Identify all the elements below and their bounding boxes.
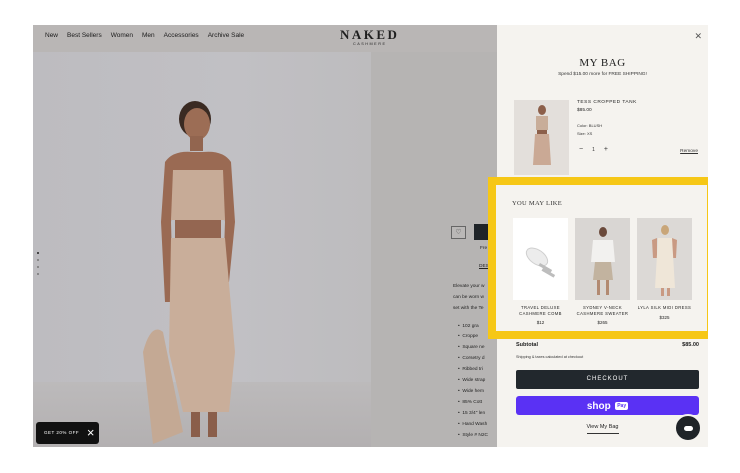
shop-pay-wordmark: shop [586, 401, 611, 412]
model-figure [143, 101, 235, 444]
nav-archive-sale[interactable]: Archive Sale [208, 32, 245, 39]
decrease-button[interactable]: − [579, 146, 583, 153]
discount-promo-button[interactable]: GET 20% OFF × [36, 422, 99, 444]
dress-image[interactable] [637, 218, 692, 300]
sweater-image[interactable] [575, 218, 630, 300]
feature-bullet: • Croppe [458, 334, 479, 339]
dress-model-figure [637, 218, 692, 300]
close-icon[interactable]: × [87, 424, 95, 442]
recommendation-name: SYDNEY V-NECK CASHMERE SWEATER [576, 305, 629, 316]
feature-bullet: • Hand Wash [458, 422, 488, 427]
nav-men[interactable]: Men [142, 32, 155, 39]
carousel-dots[interactable] [37, 252, 39, 275]
description-line-3: set with the Te [453, 306, 484, 311]
feature-bullet: • Style # N2C [458, 433, 488, 438]
feature-bullet: • Square ne [458, 345, 485, 350]
comb-icon [513, 218, 568, 300]
free-shipping-fragment: Fre [480, 246, 488, 251]
sweater-model-figure [575, 218, 630, 300]
subtotal-amount: $85.00 [682, 342, 699, 348]
nav-accessories[interactable]: Accessories [164, 32, 199, 39]
nav-women[interactable]: Women [111, 32, 133, 39]
cart-item-name[interactable]: TESS CROPPED TANK [577, 100, 637, 105]
shop-pay-button[interactable]: shop Pay [516, 396, 699, 415]
main-nav: New Best Sellers Women Men Accessories A… [45, 32, 244, 39]
cart-item-size: Size: XS [577, 131, 593, 136]
increase-button[interactable]: + [604, 146, 608, 153]
cart-item-color: Color: BLUSH [577, 123, 603, 128]
remove-link[interactable]: Remove [680, 149, 698, 154]
comb-image[interactable] [513, 218, 568, 300]
feature-bullet: • Ribbed tri [458, 367, 483, 372]
recommendation-name: TRAVEL DELUXE CASHMERE COMB [519, 305, 562, 316]
logo-wordmark: NAKED [340, 27, 400, 42]
wishlist-heart-icon[interactable]: ♡ [451, 226, 466, 239]
subtotal-label: Subtotal [516, 342, 538, 348]
feature-bullet: • Wide strap [458, 378, 486, 383]
close-icon[interactable]: ✕ [694, 31, 702, 42]
quantity-value: 1 [592, 146, 595, 153]
feature-bullet: • 85% Cott [458, 400, 483, 405]
cart-item-price: $85.00 [577, 108, 592, 113]
recommendation-price: $265 [597, 320, 608, 325]
brand-logo[interactable]: NAKED CASHMERE [340, 27, 399, 46]
cart-item-image[interactable] [514, 100, 569, 175]
recommendations-panel: YOU MAY LIKE TRAVEL DELUXE CASHMERE COMB… [488, 177, 708, 339]
cart-item-figure [514, 100, 569, 175]
feature-bullet: • Wide hem [458, 389, 484, 394]
taxes-note: Shipping & taxes calculated at checkout [516, 355, 584, 359]
bag-title: MY BAG [579, 57, 626, 69]
feature-bullet: • 102 gra [458, 324, 479, 329]
promo-label: GET 20% OFF [44, 430, 80, 435]
chat-button[interactable] [674, 414, 702, 442]
recommendation-card[interactable]: SYDNEY V-NECK CASHMERE SWEATER $265 [575, 218, 630, 325]
nav-best-sellers[interactable]: Best Sellers [67, 32, 102, 39]
quantity-stepper: − 1 + [579, 146, 608, 153]
free-shipping-message: Spend $15.00 more for FREE SHIPPING! [558, 72, 647, 77]
recommendation-name: LYLA SILK MIDI DRESS [637, 305, 692, 310]
recommendation-card[interactable]: LYLA SILK MIDI DRESS $325 [637, 218, 692, 320]
view-bag-label: View My Bag [586, 424, 619, 434]
checkout-button[interactable]: CHECKOUT [516, 370, 699, 389]
store-page: New Best Sellers Women Men Accessories A… [33, 25, 708, 447]
description-line-2: can be worn w [453, 295, 484, 300]
recommendation-price: $12 [536, 320, 545, 325]
feature-bullet: • 15 3/4" len [458, 411, 486, 416]
recommendations-title: YOU MAY LIKE [512, 200, 563, 207]
product-hero-image [33, 52, 371, 447]
recommendation-card[interactable]: TRAVEL DELUXE CASHMERE COMB $12 [513, 218, 568, 325]
shop-pay-badge: Pay [615, 402, 629, 410]
feature-bullet: • Corsetry d [458, 356, 485, 361]
nav-new[interactable]: New [45, 32, 58, 39]
chat-icon [684, 426, 693, 431]
recommendation-price: $325 [659, 314, 670, 320]
description-line-1: Elevate your w [453, 284, 485, 289]
